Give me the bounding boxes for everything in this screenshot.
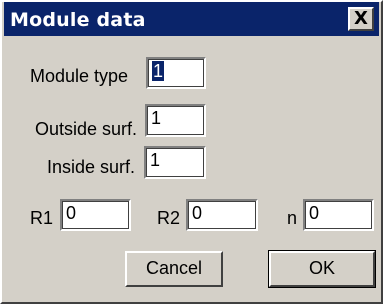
r2-value: 0: [192, 203, 203, 223]
ok-button-label: OK: [308, 258, 335, 278]
r1-label: R1: [30, 208, 54, 228]
close-icon: X: [354, 8, 368, 29]
close-button[interactable]: X: [348, 7, 374, 31]
outside-surf-label: Outside surf.: [35, 119, 138, 139]
r1-value: 0: [66, 203, 77, 223]
n-input[interactable]: 0: [303, 199, 374, 231]
n-label: n: [287, 208, 298, 228]
n-value: 0: [309, 203, 320, 223]
module-type-value: 1: [152, 61, 165, 81]
title-bar[interactable]: Module data X: [4, 2, 379, 36]
ok-button[interactable]: OK: [268, 250, 376, 288]
r1-input[interactable]: 0: [60, 199, 131, 231]
window-title: Module data: [10, 9, 146, 31]
module-type-label: Module type: [30, 66, 129, 86]
outside-surf-input[interactable]: 1: [145, 104, 206, 137]
inside-surf-input[interactable]: 1: [144, 146, 206, 179]
outside-surf-value: 1: [151, 108, 162, 128]
module-data-dialog: Module data X Module type 1 Outside surf…: [0, 0, 383, 304]
inside-surf-label: Inside surf.: [47, 157, 136, 177]
module-type-input[interactable]: 1: [146, 57, 206, 89]
inside-surf-value: 1: [150, 150, 161, 170]
cancel-button-label: Cancel: [145, 258, 203, 278]
r2-label: R2: [157, 208, 181, 228]
r2-input[interactable]: 0: [186, 199, 258, 231]
cancel-button[interactable]: Cancel: [125, 251, 223, 287]
